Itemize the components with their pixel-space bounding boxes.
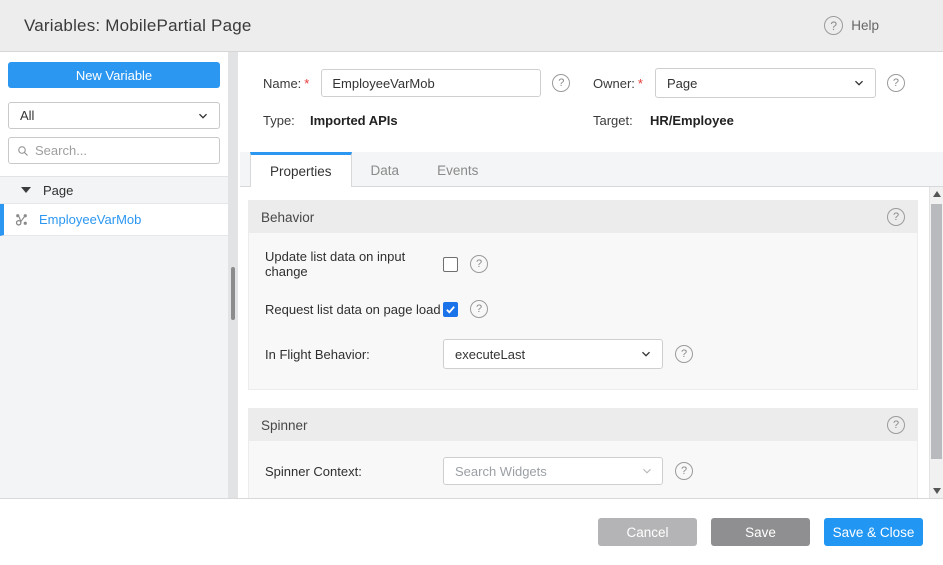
scrollbar-thumb[interactable]: [931, 204, 942, 459]
type-value: Imported APIs: [310, 113, 398, 128]
spinner-section-body: Spinner Context: Search Widgets Spinner …: [249, 441, 917, 498]
in-flight-help-icon[interactable]: [675, 345, 693, 363]
variables-tree: Page EmployeeVarMob: [0, 176, 228, 498]
search-input[interactable]: [35, 143, 211, 158]
spinner-section-title: Spinner: [261, 418, 308, 433]
vertical-scrollbar[interactable]: [929, 187, 943, 498]
request-list-checkbox[interactable]: [443, 302, 458, 317]
chevron-down-icon: [851, 75, 867, 91]
variable-filter-select[interactable]: All: [8, 102, 220, 129]
dialog-body: New Variable All Page: [0, 52, 943, 498]
help-circle-icon: [824, 16, 843, 35]
sidebar-splitter: [228, 52, 240, 498]
sidebar-controls: New Variable All: [0, 52, 228, 176]
chevron-down-icon: [638, 346, 654, 362]
behavior-section-body: Update list data on input change Request…: [249, 233, 917, 389]
page-title: Variables: MobilePartial Page: [24, 16, 252, 36]
spinner-help-icon[interactable]: [887, 416, 905, 434]
behavior-section-title: Behavior: [261, 210, 314, 225]
tab-events[interactable]: Events: [418, 152, 497, 186]
name-input[interactable]: [321, 69, 541, 97]
variable-summary-form: Name:* Owner:* Page: [240, 52, 943, 152]
search-icon: [17, 144, 29, 158]
variable-filter-value: All: [20, 108, 195, 123]
owner-help-icon[interactable]: [887, 74, 905, 92]
spinner-context-placeholder: Search Widgets: [455, 464, 640, 479]
scroll-down-arrow[interactable]: [930, 484, 943, 498]
tree-item-employeevarmob[interactable]: EmployeeVarMob: [0, 204, 228, 236]
name-help-icon[interactable]: [552, 74, 570, 92]
help-button[interactable]: Help: [824, 16, 879, 35]
collapse-caret-icon: [21, 187, 31, 193]
spinner-context-help-icon[interactable]: [675, 462, 693, 480]
in-flight-behavior-value: executeLast: [455, 347, 638, 362]
owner-required-mark: *: [638, 76, 643, 91]
service-variable-icon: [14, 212, 29, 227]
request-list-label: Request list data on page load: [265, 302, 443, 317]
update-list-help-icon[interactable]: [470, 255, 488, 273]
splitter-drag-handle[interactable]: [231, 267, 235, 320]
tree-item-label: EmployeeVarMob: [39, 212, 141, 227]
scroll-up-arrow[interactable]: [930, 187, 943, 201]
help-label: Help: [851, 18, 879, 33]
type-label: Type:: [263, 113, 310, 128]
in-flight-behavior-select[interactable]: executeLast: [443, 339, 663, 369]
behavior-section: Behavior Update list data on input chang…: [248, 200, 918, 390]
tab-data[interactable]: Data: [352, 152, 419, 186]
target-label: Target:: [593, 113, 650, 128]
save-and-close-button[interactable]: Save & Close: [824, 518, 923, 546]
tab-bar: Properties Data Events: [240, 152, 943, 187]
owner-select[interactable]: Page: [655, 68, 876, 98]
chevron-down-icon: [640, 464, 654, 478]
variables-dialog: Variables: MobilePartial Page Help New V…: [0, 0, 943, 565]
spinner-section-header: Spinner: [249, 409, 917, 441]
spinner-section: Spinner Spinner Context: Search Widgets: [248, 408, 918, 498]
behavior-section-header: Behavior: [249, 201, 917, 233]
spinner-context-label: Spinner Context:: [265, 464, 443, 479]
tree-group-label: Page: [43, 183, 73, 198]
target-value: HR/Employee: [650, 113, 734, 128]
save-button[interactable]: Save: [711, 518, 810, 546]
owner-label: Owner:: [593, 76, 635, 91]
owner-select-value: Page: [667, 76, 851, 91]
spinner-context-select[interactable]: Search Widgets: [443, 457, 663, 485]
cancel-button[interactable]: Cancel: [598, 518, 697, 546]
name-required-mark: *: [304, 76, 309, 91]
update-list-checkbox[interactable]: [443, 257, 458, 272]
tree-group-page[interactable]: Page: [0, 177, 228, 204]
request-list-help-icon[interactable]: [470, 300, 488, 318]
main-panel: Name:* Owner:* Page: [240, 52, 943, 498]
properties-tab-content: Behavior Update list data on input chang…: [240, 187, 943, 498]
new-variable-button[interactable]: New Variable: [8, 62, 220, 88]
name-label: Name:: [263, 76, 301, 91]
dialog-header: Variables: MobilePartial Page Help: [0, 0, 943, 52]
variable-search-box: [8, 137, 220, 164]
behavior-help-icon[interactable]: [887, 208, 905, 226]
tab-properties[interactable]: Properties: [250, 152, 352, 187]
dialog-footer: Cancel Save Save & Close: [0, 498, 943, 565]
update-list-label: Update list data on input change: [265, 249, 443, 279]
in-flight-label: In Flight Behavior:: [265, 347, 443, 362]
chevron-down-icon: [195, 108, 211, 124]
variables-sidebar: New Variable All Page: [0, 52, 228, 498]
